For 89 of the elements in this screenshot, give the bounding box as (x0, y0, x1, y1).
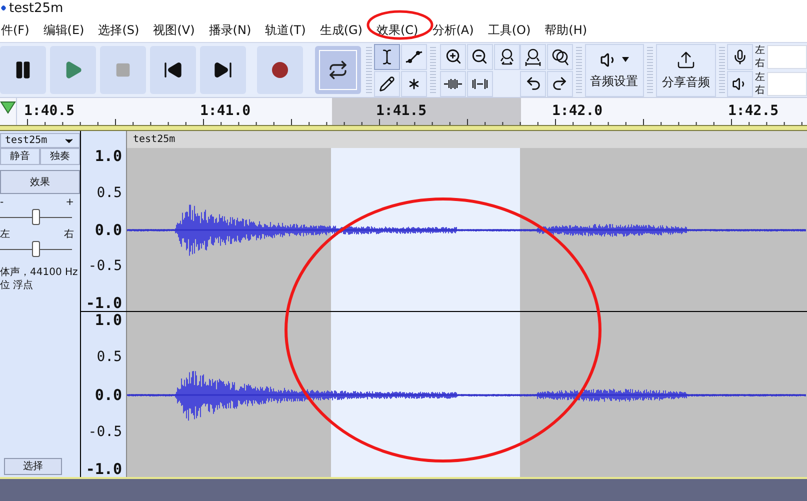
trim-wave-icon (443, 76, 464, 90)
skip-start-icon (163, 60, 183, 80)
double-magnifier-icon (550, 48, 569, 66)
record-icon (272, 62, 288, 78)
zoom-fit-icon (498, 48, 516, 66)
meter-channel-label: 右 (754, 84, 765, 96)
envelope-tool-button[interactable] (400, 44, 427, 70)
menu-item[interactable]: 工具(O) (486, 23, 532, 37)
axis-label: 1.0 (94, 312, 122, 328)
menu-item[interactable]: 编辑(E) (42, 23, 86, 37)
menu-item[interactable]: 帮助(H) (544, 23, 588, 37)
track-info-text: 体声，44100 Hz (0, 266, 79, 279)
menu-item[interactable]: 视图(V) (152, 23, 196, 37)
loop-icon (328, 60, 348, 80)
select-button[interactable]: 选择 (4, 458, 62, 475)
axis-label: 0.0 (94, 222, 122, 238)
silence-wave-icon (470, 76, 490, 90)
trim-button[interactable] (440, 70, 466, 96)
effects-button[interactable]: 效果 (0, 170, 80, 194)
zoom-toggle-button[interactable] (546, 44, 573, 70)
microphone-icon (732, 48, 748, 64)
menu-item[interactable]: 分析(A) (431, 23, 475, 37)
track-info-text: 位 浮点 (0, 279, 34, 292)
menu-item[interactable]: 选择(S) (97, 23, 140, 37)
select-tool-button[interactable] (374, 44, 400, 70)
record-button[interactable] (257, 46, 303, 94)
undo-button[interactable] (520, 70, 546, 96)
loop-button[interactable] (315, 46, 361, 94)
slider-end-label: + (66, 197, 74, 208)
redo-icon (551, 75, 568, 92)
meter-channel-label: 左 (754, 44, 765, 56)
meter-channel-label: 左 (754, 70, 765, 84)
play-meter-button[interactable] (726, 70, 753, 96)
track-title: test25m (133, 133, 176, 147)
menu-item[interactable]: 生成(G) (318, 23, 364, 37)
slider-thumb[interactable] (32, 241, 40, 257)
fit-selection-button[interactable] (494, 44, 520, 70)
zoom-out-icon (471, 48, 488, 65)
meter-channel-label: 右 (754, 56, 765, 70)
pencil-icon (379, 76, 395, 92)
dropdown-caret-icon (622, 57, 629, 62)
window-title: test25m (9, 2, 64, 14)
menu-item[interactable]: 件(F) (0, 23, 30, 37)
undo-icon (524, 75, 542, 92)
axis-label: 0.0 (94, 386, 122, 402)
pan-slider[interactable] (0, 240, 72, 258)
mute-button[interactable]: 静音 (0, 148, 40, 165)
menu-item[interactable]: 轨道(T) (264, 23, 307, 37)
play-head-icon (0, 101, 16, 114)
solo-button[interactable]: 独奏 (40, 148, 80, 165)
skip-end-icon (213, 60, 233, 80)
zoom-out-button[interactable] (466, 44, 493, 70)
audio-setup-button[interactable]: 音频设置 (584, 44, 644, 96)
draw-tool-button[interactable] (374, 70, 400, 96)
axis-label: 1.0 (94, 148, 122, 164)
silence-button[interactable] (466, 70, 493, 96)
ruler-time-label: 1:42.0 (552, 103, 603, 119)
share-icon (676, 50, 696, 70)
slider-end-label: 左 (0, 229, 10, 240)
track-name-dropdown[interactable]: test25m (0, 133, 80, 148)
fit-project-button[interactable] (520, 44, 546, 70)
menu-item[interactable]: 播录(N) (208, 23, 252, 37)
skip-end-button[interactable] (200, 46, 246, 94)
ruler-time-label: 1:42.5 (728, 103, 779, 119)
axis-label: -0.5 (88, 258, 122, 274)
slider-end-label: 右 (64, 229, 74, 240)
stop-icon (115, 62, 131, 78)
zoom-in-icon (444, 48, 462, 65)
share-audio-button[interactable]: 分享音频 (656, 44, 716, 96)
envelope-line-icon (404, 48, 423, 64)
axis-label: -0.5 (88, 424, 122, 440)
ruler-time-label: 1:41.0 (200, 103, 251, 119)
multi-tool-button[interactable] (400, 70, 427, 96)
slider-end-label: - (0, 197, 4, 208)
slider-thumb[interactable] (32, 209, 40, 225)
record-meter-button[interactable] (726, 44, 753, 70)
pause-button[interactable] (0, 46, 46, 94)
skip-start-button[interactable] (150, 46, 196, 94)
app-logo-icon (1, 3, 6, 13)
axis-label: 0.5 (96, 349, 122, 366)
ruler-time-label: 1:41.5 (376, 103, 427, 119)
ruler-time-label: 1:40.5 (24, 103, 75, 119)
zoom-in-button[interactable] (440, 44, 466, 70)
axis-label: 0.5 (96, 184, 122, 201)
axis-label: -1.0 (86, 295, 122, 311)
gain-slider[interactable] (0, 208, 72, 226)
axis-label: -1.0 (86, 461, 122, 477)
redo-button[interactable] (546, 70, 573, 96)
zoom-fit-icon (524, 48, 542, 66)
